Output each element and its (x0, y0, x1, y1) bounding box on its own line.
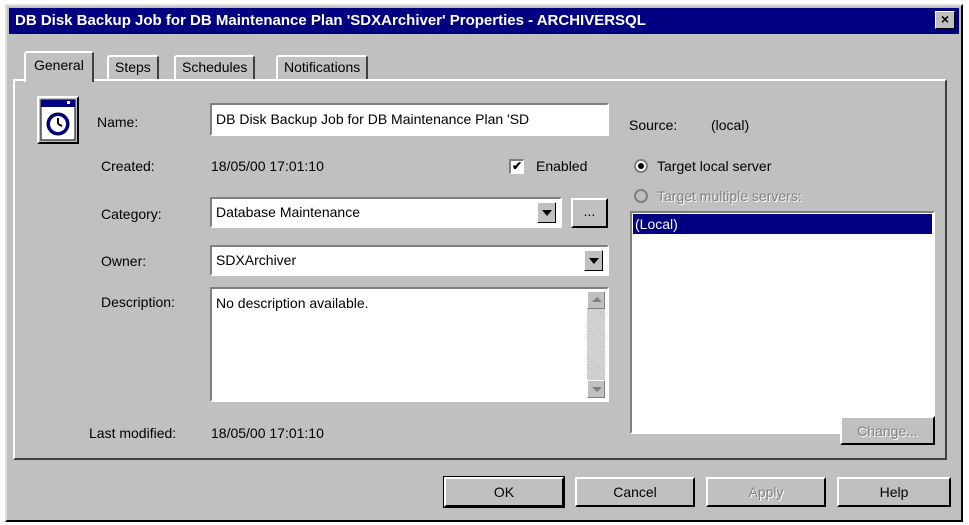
tab-general-label: General (34, 57, 84, 73)
tab-general[interactable]: General (24, 51, 94, 82)
tab-notifications[interactable]: Notifications (276, 55, 369, 79)
apply-button[interactable]: Apply (706, 477, 826, 507)
tab-notifications-label: Notifications (284, 59, 361, 75)
general-panel (13, 79, 947, 460)
help-button[interactable]: Help (837, 477, 951, 507)
close-icon: × (940, 11, 950, 27)
cancel-button[interactable]: Cancel (575, 477, 695, 507)
tab-steps-label: Steps (115, 59, 151, 75)
close-button[interactable]: × (935, 11, 955, 29)
title-bar[interactable]: DB Disk Backup Job for DB Maintenance Pl… (9, 8, 959, 34)
window-title: DB Disk Backup Job for DB Maintenance Pl… (15, 12, 646, 29)
ok-button[interactable]: OK (443, 476, 565, 508)
tab-schedules[interactable]: Schedules (174, 55, 256, 79)
tab-schedules-label: Schedules (182, 59, 248, 75)
tab-steps[interactable]: Steps (107, 55, 159, 79)
